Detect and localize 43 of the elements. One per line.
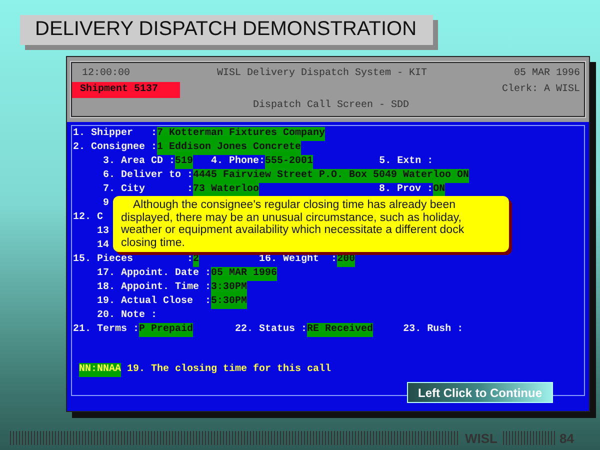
hint-message: 19. The closing time for this call bbox=[127, 363, 332, 377]
field-label: 19. Actual Close : bbox=[97, 295, 212, 309]
field-label: 20. Note : bbox=[97, 309, 158, 323]
field-label: 22. Status : bbox=[235, 323, 308, 337]
continue-button[interactable]: Left Click to Continue bbox=[407, 382, 553, 403]
field-label: 3. Area CD : bbox=[103, 155, 176, 169]
screen-title: Dispatch Call Screen - SDD bbox=[252, 98, 410, 113]
field-label: 17. Appoint. Date : bbox=[97, 267, 212, 281]
field-label: 8. Prov : bbox=[379, 183, 434, 197]
field-value[interactable]: 5:30PM bbox=[211, 295, 248, 309]
clock-time: 12:00:00 bbox=[82, 67, 130, 81]
field-label: 4. Phone: bbox=[211, 155, 266, 169]
field-label: 21. Terms : bbox=[73, 323, 140, 337]
field-value[interactable]: ON bbox=[433, 183, 446, 197]
field-label: 5. Extn : bbox=[379, 155, 434, 169]
date-text: 05 MAR 1996 bbox=[514, 67, 580, 81]
slide-title: DELIVERY DISPATCH DEMONSTRATION bbox=[20, 15, 433, 45]
field-value[interactable]: 7 Kotterman Fixtures Company bbox=[157, 127, 326, 141]
field-value[interactable]: 555-2001 bbox=[265, 155, 314, 169]
field-value[interactable]: 519 bbox=[175, 155, 194, 169]
field-label: 14 bbox=[97, 239, 110, 253]
field-label: 15. Pieces : bbox=[73, 253, 194, 267]
clerk-text: Clerk: A WISL bbox=[502, 82, 580, 97]
field-value[interactable]: 1 Eddison Jones Concrete bbox=[157, 141, 302, 155]
field-label: 1. Shipper : bbox=[73, 127, 158, 141]
field-value[interactable]: 05 MAR 1996 bbox=[211, 267, 278, 281]
field-value[interactable]: 4445 Fairview Street P.O. Box 5049 Waterloo ON bbox=[193, 169, 470, 183]
field-value[interactable]: 3:30PM bbox=[211, 281, 248, 295]
field-label: 18. Appoint. Time : bbox=[97, 281, 212, 295]
field-label: 12. C bbox=[73, 211, 104, 225]
callout-note: Although the consignee's regular closing time has already been displayed, there may be an unusual circumstance, such as holiday, weather or equipment availability which necessitate a different dock closing time. bbox=[113, 196, 509, 252]
shipment-badge: Shipment 5137 bbox=[72, 82, 180, 98]
field-value[interactable]: 73 Waterloo bbox=[193, 183, 260, 197]
field-label: 13 bbox=[97, 225, 110, 239]
field-label: 9 bbox=[103, 197, 110, 211]
field-label: 7. City : bbox=[103, 183, 194, 197]
field-label: 6. Deliver to : bbox=[103, 169, 194, 183]
field-value[interactable]: RE Received bbox=[307, 323, 374, 337]
field-value[interactable]: P Prepaid bbox=[139, 323, 194, 337]
field-label: 2. Consignee : bbox=[73, 141, 158, 155]
field-label: 23. Rush : bbox=[403, 323, 464, 337]
system-title: WISL Delivery Dispatch System - KIT bbox=[216, 66, 428, 81]
format-mask: NN:NNAA bbox=[79, 363, 122, 377]
